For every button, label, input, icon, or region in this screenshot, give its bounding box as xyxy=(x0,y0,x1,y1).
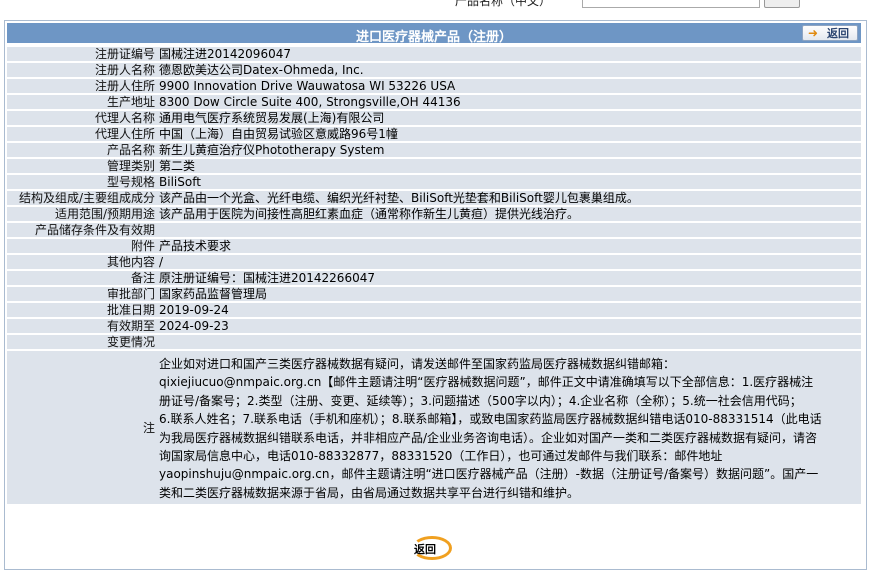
field-value: 中国（上海）自由贸易试验区意威路96号1幢 xyxy=(155,127,861,141)
table-row: 其他内容 / xyxy=(7,255,861,269)
field-value: 产品技术要求 xyxy=(155,239,861,253)
back-button-label: 返回 xyxy=(827,27,849,40)
field-value: 该产品由一个光盒、光纤电缆、编织光纤衬垫、BiliSoft光垫套和BiliSof… xyxy=(155,191,861,205)
table-row: 产品储存条件及有效期 xyxy=(7,223,861,237)
table-row: 产品名称 新生儿黄疸治疗仪Phototherapy System xyxy=(7,143,861,157)
arrow-right-icon: ➜ xyxy=(808,26,819,40)
remark-line: qixiejiucuo@nmpaic.org.cn【邮件主题请注明“医疗器械数据… xyxy=(159,375,814,390)
table-row: 变更情况 xyxy=(7,335,861,349)
table-row: 注册人名称 德恩欧美达公司Datex-Ohmeda, Inc. xyxy=(7,63,861,77)
remark-line: 册证号/备案号；2.类型（注册、变更、延续等）；3.问题描述（500字以内）；4… xyxy=(159,393,802,408)
field-value: 2019-09-24 xyxy=(155,303,861,317)
search-input[interactable] xyxy=(582,0,760,8)
field-value: 第二类 xyxy=(155,159,861,173)
page-title: 进口医疗器械产品（注册） xyxy=(355,30,512,45)
search-bar: 产品名称（中文） xyxy=(0,0,871,20)
field-label: 附件 xyxy=(7,239,155,253)
table-row: 型号规格 BiliSoft xyxy=(7,175,861,189)
table-row: 代理人住所 中国（上海）自由贸易试验区意威路96号1幢 xyxy=(7,127,861,141)
table-row: 管理类别 第二类 xyxy=(7,159,861,173)
field-value: 国家药品监督管理局 xyxy=(155,287,861,301)
remark-line: 询国家局信息中心，电话010-88332877，88331520（工作日），也可… xyxy=(159,449,723,464)
field-label: 审批部门 xyxy=(7,287,155,301)
field-value: 原注册证编号：国械注进20142266047 xyxy=(155,271,861,285)
table-row: 有效期至 2024-09-23 xyxy=(7,319,861,333)
table-row: 批准日期 2019-09-24 xyxy=(7,303,861,317)
field-value: BiliSoft xyxy=(155,175,861,189)
table-row: 备注 原注册证编号：国械注进20142266047 xyxy=(7,271,861,285)
field-label: 注册证编号 xyxy=(7,47,155,61)
table-row: 注册证编号 国械注进20142096047 xyxy=(7,47,861,61)
field-value: 新生儿黄疸治疗仪Phototherapy System xyxy=(155,143,861,157)
field-label: 其他内容 xyxy=(7,255,155,269)
field-label: 代理人住所 xyxy=(7,127,155,141)
remark-line: 类和二类医疗器械数据来源于省局，由省局通过数据共享平台进行纠错和维护。 xyxy=(159,485,580,500)
field-label: 变更情况 xyxy=(7,335,155,349)
field-value: 国械注进20142096047 xyxy=(155,47,861,61)
remark-line: 6.联系人姓名；7.联系电话（手机和座机）；8.联系邮箱】，或致电国家药监局医疗… xyxy=(159,412,822,427)
field-label: 注册人住所 xyxy=(7,79,155,93)
field-label: 备注 xyxy=(7,271,155,285)
bottom-back-label: 返回 xyxy=(414,543,436,556)
table-row: 注册人住所 9900 Innovation Drive Wauwatosa WI … xyxy=(7,79,861,93)
remark-text: 企业如对进口和国产三类医疗器械数据有疑问，请发送邮件至国家药监局医疗器械数据纠错… xyxy=(155,351,861,505)
table-row: 代理人名称 通用电气医疗系统贸易发展(上海)有限公司 xyxy=(7,111,861,125)
field-value: 该产品用于医院为间接性高胆红素血症（通常称作新生儿黄疸）提供光线治疗。 xyxy=(155,207,861,221)
field-label: 结构及组成/主要组成成分 xyxy=(7,191,155,205)
back-button[interactable]: ➜ 返回 xyxy=(802,25,858,41)
field-label: 生产地址 xyxy=(7,95,155,109)
field-label: 注册人名称 xyxy=(7,63,155,77)
table-row: 附件 产品技术要求 xyxy=(7,239,861,253)
field-value: 9900 Innovation Drive Wauwatosa WI 53226… xyxy=(155,79,861,93)
field-value: / xyxy=(155,255,861,269)
field-label: 适用范围/预期用途 xyxy=(7,207,155,221)
field-label: 产品储存条件及有效期 xyxy=(7,223,155,237)
remark-line: 为我局医疗器械数据纠错联系电话，并非相应产品/企业业务咨询电话）。企业如对国产一… xyxy=(159,430,818,445)
field-value xyxy=(155,223,861,237)
remark-label: 注 xyxy=(7,351,155,505)
field-value: 德恩欧美达公司Datex-Ohmeda, Inc. xyxy=(155,63,861,77)
table-row: 生产地址 8300 Dow Circle Suite 400, Strongsvi… xyxy=(7,95,861,109)
search-label: 产品名称（中文） xyxy=(455,0,552,8)
table-row: 适用范围/预期用途 该产品用于医院为间接性高胆红素血症（通常称作新生儿黄疸）提供光… xyxy=(7,207,861,221)
bottom-back-button[interactable]: 返回 xyxy=(410,536,456,562)
field-label: 产品名称 xyxy=(7,143,155,157)
field-value xyxy=(155,335,861,349)
remark-row: 注企业如对进口和国产三类医疗器械数据有疑问，请发送邮件至国家药监局医疗器械数据纠… xyxy=(7,351,861,505)
remark-line: 企业如对进口和国产三类医疗器械数据有疑问，请发送邮件至国家药监局医疗器械数据纠错… xyxy=(159,357,676,371)
field-label: 型号规格 xyxy=(7,175,155,189)
detail-header: 进口医疗器械产品（注册） ➜ 返回 xyxy=(7,23,861,45)
field-value: 2024-09-23 xyxy=(155,319,861,333)
search-button[interactable] xyxy=(764,0,800,8)
field-label: 管理类别 xyxy=(7,159,155,173)
table-row: 结构及组成/主要组成成分 该产品由一个光盒、光纤电缆、编织光纤衬垫、BiliSof… xyxy=(7,191,861,205)
table-row: 审批部门 国家药品监督管理局 xyxy=(7,287,861,301)
detail-table: 注册证编号 国械注进20142096047 注册人名称 德恩欧美达公司Datex-Oh… xyxy=(7,45,861,506)
field-value: 通用电气医疗系统贸易发展(上海)有限公司 xyxy=(155,111,861,125)
field-label: 有效期至 xyxy=(7,319,155,333)
remark-line: yaopinshuju@nmpaic.org.cn，邮件主题请注明“进口医疗器械… xyxy=(159,467,819,482)
field-label: 代理人名称 xyxy=(7,111,155,125)
field-value: 8300 Dow Circle Suite 400, Strongsville,… xyxy=(155,95,861,109)
field-label: 批准日期 xyxy=(7,303,155,317)
